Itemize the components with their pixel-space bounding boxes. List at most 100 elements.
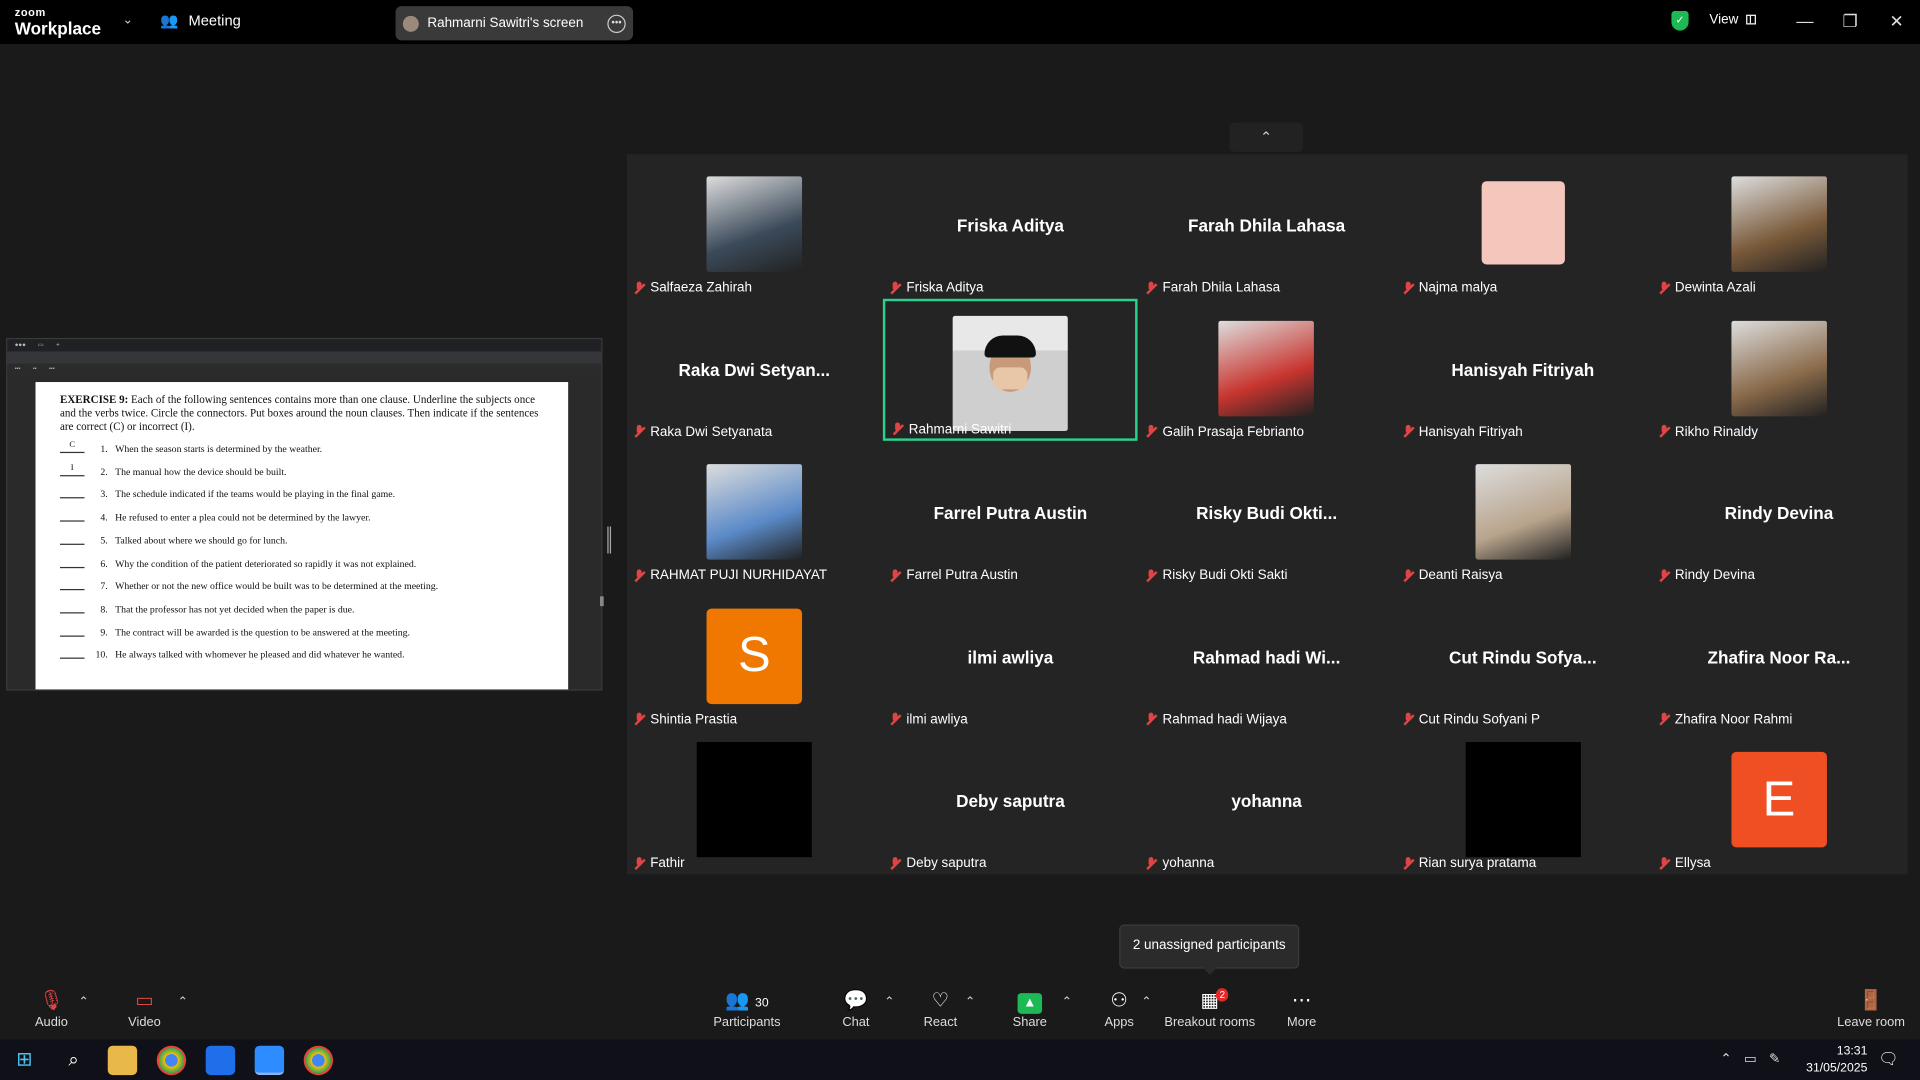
avatar — [1481, 181, 1565, 265]
network-icon[interactable]: ▭ — [1744, 1051, 1757, 1067]
pen-icon[interactable]: ✎ — [1769, 1051, 1780, 1067]
video-options-chevron-icon[interactable]: ⌃ — [178, 996, 188, 1009]
exercise-heading: EXERCISE 9: — [60, 393, 129, 406]
store-app-icon[interactable] — [205, 1045, 236, 1076]
view-button[interactable]: View — [1709, 12, 1756, 27]
screen-share-pill[interactable]: Rahmarni Sawitri's screen ••• — [395, 6, 634, 41]
participant-tile[interactable]: Hanisyah Fitriyah Hanisyah Fitriyah — [1395, 298, 1651, 441]
participant-tile[interactable]: ilmi awliya ilmi awliya — [883, 586, 1138, 729]
notification-icon[interactable]: 🗨 — [1878, 1049, 1898, 1069]
chat-button[interactable]: 💬 Chat — [835, 988, 877, 1030]
split-resize-handle[interactable] — [607, 526, 612, 554]
close-button[interactable]: ✕ — [1880, 9, 1914, 33]
participant-tile[interactable]: Najma malya — [1395, 154, 1651, 297]
participant-tile[interactable]: S Shintia Prastia — [626, 586, 882, 729]
video-button[interactable]: ▭ Video — [120, 988, 169, 1030]
microphone-muted-icon — [1402, 281, 1414, 294]
participant-tile[interactable]: Cut Rindu Sofya... Cut Rindu Sofyani P — [1395, 586, 1651, 729]
participant-name-tag: Rian surya pratama — [1402, 856, 1536, 871]
meeting-menu[interactable]: 👥 Meeting — [160, 12, 240, 29]
minimize-button[interactable]: — — [1788, 9, 1822, 33]
answer-blank — [60, 553, 85, 568]
audio-options-chevron-icon[interactable]: ⌃ — [78, 996, 88, 1009]
windows-start-icon[interactable]: ⊞ — [10, 1046, 39, 1075]
participant-tile[interactable]: Rindy Devina Rindy Devina — [1651, 442, 1907, 585]
microphone-muted-icon — [633, 281, 645, 294]
participants-icon-group: 👥 30 — [710, 988, 783, 1015]
participant-tile[interactable]: Rikho Rinaldy — [1651, 298, 1907, 441]
breakout-rooms-button[interactable]: ▦ 2 Breakout rooms — [1163, 988, 1256, 1030]
system-clock[interactable]: 13:31 31/05/2025 — [1806, 1043, 1867, 1077]
participant-display-name: Rahmad hadi Wi... — [1192, 647, 1341, 668]
share-options-chevron-icon[interactable]: ⌃ — [1062, 996, 1072, 1009]
participant-name-tag: Risky Budi Okti Sakti — [1145, 568, 1288, 584]
participant-tile[interactable]: E Ellysa — [1651, 730, 1907, 873]
more-options-icon[interactable]: ••• — [607, 14, 626, 33]
chevron-up-icon[interactable]: ⌃ — [1720, 1051, 1731, 1067]
participants-label: Participants — [713, 1015, 781, 1030]
exercise-item: I 2. The manual how the device should be b… — [60, 461, 544, 484]
security-shield-icon[interactable]: ✓ — [1671, 11, 1689, 31]
participant-tile[interactable]: Raka Dwi Setyan... Raka Dwi Setyanata — [626, 298, 882, 441]
item-sentence: When the season starts is determined by … — [115, 443, 323, 455]
exercise-item: 7. Whether or not the new office would be… — [60, 576, 544, 599]
participant-tile[interactable]: Galih Prasaja Febrianto — [1139, 298, 1394, 441]
restore-button[interactable]: ❐ — [1833, 9, 1867, 33]
participant-name-tag: Ellysa — [1658, 856, 1711, 871]
zoom-taskbar-icon[interactable] — [254, 1045, 285, 1076]
leave-label: Leave room — [1837, 1015, 1905, 1030]
apps-button[interactable]: ⚇ Apps — [1098, 988, 1140, 1030]
participant-tile[interactable]: RAHMAT PUJI NURHIDAYAT — [626, 442, 882, 585]
shared-screen[interactable]: ●●● ▭ + ▪▪▪ ▪▪ ▪▪▪ EXERCISE 9: Each of the f… — [6, 337, 604, 691]
participant-tile[interactable]: Rahmarni Sawitri — [883, 298, 1138, 441]
react-options-chevron-icon[interactable]: ⌃ — [965, 996, 975, 1009]
participant-tile[interactable]: Farrel Putra Austin Farrel Putra Austin — [883, 442, 1138, 585]
participant-tile[interactable]: Rahmad hadi Wi... Rahmad hadi Wijaya — [1139, 586, 1394, 729]
microphone-muted-icon — [1145, 857, 1157, 870]
more-button[interactable]: ⋯ More — [1281, 988, 1323, 1030]
profile-photo — [1475, 464, 1571, 560]
pdf-document: EXERCISE 9: Each of the following senten… — [35, 382, 569, 690]
participants-button[interactable]: 👥 30 Participants — [710, 988, 783, 1030]
apps-options-chevron-icon[interactable]: ⌃ — [1141, 996, 1151, 1009]
participant-tile[interactable]: Rian surya pratama — [1395, 730, 1651, 873]
participant-tile[interactable]: Deby saputra Deby saputra — [883, 730, 1138, 873]
exercise-item: C 1. When the season starts is determined … — [60, 438, 544, 461]
gallery-collapse-button[interactable]: ⌃ — [1229, 122, 1303, 152]
react-button[interactable]: ♡ React — [918, 988, 962, 1030]
chat-options-chevron-icon[interactable]: ⌃ — [884, 996, 894, 1009]
audio-button[interactable]: 🎙 Audio — [27, 988, 76, 1030]
participant-tile[interactable]: Friska Aditya Friska Aditya — [883, 154, 1138, 297]
participant-name-tag: Deanti Raisya — [1402, 568, 1503, 583]
participant-tile[interactable]: Fathir — [626, 730, 882, 873]
meeting-toolbar: 🎙 Audio ⌃ ▭ Video ⌃ 👥 30 Participants 💬 … — [0, 980, 1920, 1040]
participant-tile[interactable]: Salfaeza Zahirah — [626, 154, 882, 297]
chat-label: Chat — [842, 1015, 870, 1030]
chat-icon: 💬 — [843, 990, 869, 1012]
audio-label: Audio — [34, 1015, 68, 1030]
scrollbar[interactable] — [600, 596, 604, 607]
participant-tile[interactable]: Deanti Raisya — [1395, 442, 1651, 585]
search-icon[interactable]: ⌕ — [59, 1046, 88, 1075]
avatar-letter: E — [1762, 772, 1796, 827]
participant-tile[interactable]: Zhafira Noor Ra... Zhafira Noor Rahmi — [1651, 586, 1907, 729]
microphone-muted-icon — [889, 281, 901, 294]
share-button[interactable]: ▲ Share — [1007, 988, 1054, 1030]
participant-tile[interactable]: Farah Dhila Lahasa Farah Dhila Lahasa — [1139, 154, 1394, 297]
participant-tile[interactable]: yohanna yohanna — [1139, 730, 1394, 873]
breakout-badge: 2 — [1215, 988, 1229, 1002]
microphone-muted-icon — [889, 713, 901, 726]
chrome-profile-icon[interactable] — [303, 1045, 334, 1076]
participant-tile[interactable]: Risky Budi Okti... Risky Budi Okti Sakti — [1139, 442, 1394, 585]
participant-tile[interactable]: Dewinta Azali — [1651, 154, 1907, 297]
exercise-item: 8. That the professor has not yet decided… — [60, 599, 544, 622]
participants-icon: 👥 — [725, 990, 750, 1012]
leave-room-button[interactable]: 🚪 Leave room — [1837, 988, 1906, 1030]
answer-blank — [60, 576, 85, 591]
participant-name: Risky Budi Okti Sakti — [1162, 568, 1288, 584]
participant-display-name: Farah Dhila Lahasa — [1187, 215, 1346, 236]
chrome-icon[interactable] — [156, 1045, 187, 1076]
chevron-down-icon[interactable]: ⌄ — [122, 13, 132, 26]
file-explorer-icon[interactable] — [107, 1045, 138, 1076]
profile-photo — [1731, 320, 1827, 416]
